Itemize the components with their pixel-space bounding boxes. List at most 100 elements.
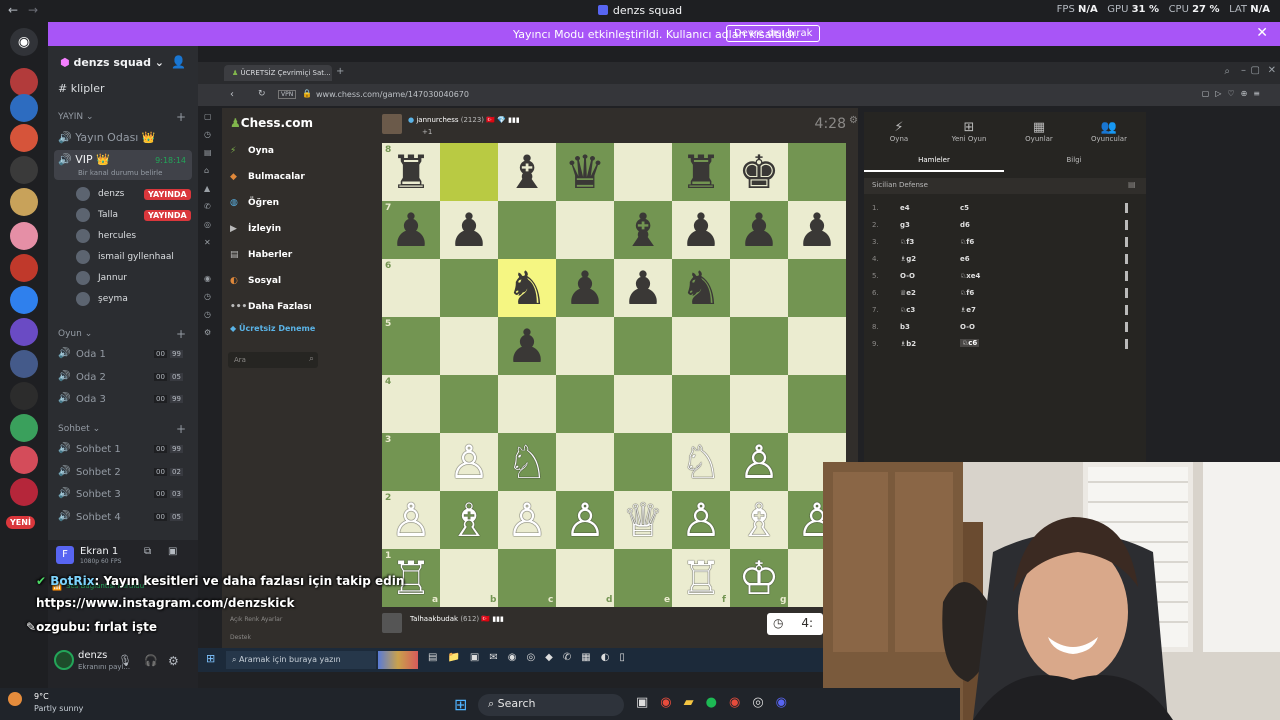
add-channel-icon[interactable]: + <box>176 110 186 124</box>
piece-b3[interactable]: ♙ <box>440 433 498 491</box>
vpn-badge[interactable]: VPN <box>278 90 297 99</box>
piece-c2[interactable]: ♙ <box>498 491 556 549</box>
black-move[interactable]: ♘f6 <box>960 238 974 246</box>
panel-tab-1[interactable]: ⊞ Yeni Oyun <box>934 120 1004 143</box>
white-move[interactable]: b3 <box>900 323 910 331</box>
microphone-icon[interactable]: 🎙 <box>118 654 132 667</box>
piece-f7[interactable]: ♟ <box>672 201 730 259</box>
reload-icon[interactable]: ↻ <box>258 89 266 99</box>
server-icon[interactable] <box>10 414 38 442</box>
add-channel-icon[interactable]: + <box>176 327 186 341</box>
weather-temp[interactable]: 9°C <box>34 692 49 701</box>
black-move[interactable]: ♗e7 <box>960 306 976 314</box>
close-window-icon[interactable]: ✕ <box>1268 65 1276 76</box>
support-link[interactable]: Destek <box>230 634 251 641</box>
nav-item-2[interactable]: ◍ Öğren <box>230 198 279 208</box>
server-icon[interactable] <box>10 124 38 152</box>
channel-klipler[interactable]: # klipler <box>58 82 105 95</box>
piece-c8[interactable]: ♝ <box>498 143 556 201</box>
server-icon[interactable] <box>10 350 38 378</box>
nav-item-0[interactable]: ⚡ Oyna <box>230 146 274 156</box>
gear-icon[interactable]: ⚙ <box>168 654 179 668</box>
square-d5[interactable] <box>556 317 614 375</box>
square-h4[interactable] <box>788 375 846 433</box>
nav-item-1[interactable]: ◆ Bulmacalar <box>230 172 305 182</box>
browser-toolbar-icons[interactable]: ▢▷♡⊕≡ <box>1202 89 1266 98</box>
white-move[interactable]: g3 <box>900 221 910 229</box>
weather-desc[interactable]: Partly sunny <box>34 704 83 713</box>
white-move[interactable]: O-O <box>900 272 915 280</box>
piece-b7[interactable]: ♟ <box>440 201 498 259</box>
bottom-player-avatar[interactable] <box>382 613 402 633</box>
channel-sohbet-1[interactable]: 🔊 Sohbet 1 00 99 <box>58 441 190 459</box>
taskbar-apps[interactable]: ▣◉▰●◉◎◉ <box>636 695 799 710</box>
remote-search-input[interactable]: ⌕ Aramak için buraya yazın <box>226 651 376 669</box>
piece-f1[interactable]: ♖ <box>672 549 730 607</box>
channel-oyun-1[interactable]: 🔊 Oda 1 00 99 <box>58 346 190 364</box>
top-player-name[interactable]: ● jannurchess (2123) 🇹🇷 💎 ▮▮▮ <box>408 116 520 124</box>
server-icon[interactable] <box>10 156 38 184</box>
screen-share-icon[interactable]: ⧉ <box>144 546 151 557</box>
stop-stream-icon[interactable]: ▣ <box>168 546 177 557</box>
piece-g1[interactable]: ♔ <box>730 549 788 607</box>
user-name[interactable]: denzs <box>78 650 107 661</box>
piece-e7[interactable]: ♝ <box>614 201 672 259</box>
square-b5[interactable] <box>440 317 498 375</box>
user-avatar[interactable] <box>54 650 74 670</box>
square-b6[interactable] <box>440 259 498 317</box>
server-icon[interactable] <box>10 478 38 506</box>
black-move[interactable]: ♘c6 <box>960 339 980 347</box>
category-yayin[interactable]: YAYIN ⌄ <box>58 112 94 122</box>
remote-taskbar-apps[interactable]: ▤📁▣✉◉◎◆✆▦◐▯ <box>428 652 635 663</box>
maximize-icon[interactable]: ▢ <box>1251 65 1260 76</box>
square-d3[interactable] <box>556 433 614 491</box>
square-e4[interactable] <box>614 375 672 433</box>
black-move[interactable]: O-O <box>960 323 975 331</box>
square-h5[interactable] <box>788 317 846 375</box>
square-g6[interactable] <box>730 259 788 317</box>
square-g5[interactable] <box>730 317 788 375</box>
headphones-icon[interactable]: 🎧 <box>144 654 158 667</box>
square-f5[interactable] <box>672 317 730 375</box>
piece-d8[interactable]: ♛ <box>556 143 614 201</box>
voice-user[interactable]: Jannur <box>76 270 196 288</box>
white-move[interactable]: ♗b2 <box>900 340 916 348</box>
voice-user[interactable]: ismail gyllenhaal <box>76 249 196 267</box>
chess-board[interactable]: 87654321abcdefgh♜♝♛♜♚♟♟♝♟♟♟♞♟♟♞♟♙♘♘♙♙♗♙♙… <box>382 143 846 607</box>
disable-button[interactable]: Devre dışı bırak <box>726 25 821 42</box>
bottom-player-name[interactable]: Talhaakbudak (612) 🇹🇷 ▮▮▮ <box>410 615 504 623</box>
black-move[interactable]: ♘xe4 <box>960 272 980 280</box>
piece-f3[interactable]: ♘ <box>672 433 730 491</box>
search-tabs-icon[interactable]: ⌕ <box>1224 66 1230 77</box>
server-icon[interactable] <box>10 68 38 96</box>
square-b4[interactable] <box>440 375 498 433</box>
piece-a2[interactable]: ♙ <box>382 491 440 549</box>
piece-a8[interactable]: ♜ <box>382 143 440 201</box>
square-f4[interactable] <box>672 375 730 433</box>
channel-vip[interactable]: 🔊 VIP 👑 <box>58 153 110 166</box>
server-name[interactable]: ⬢ denzs squad ⌄ <box>60 56 164 69</box>
channel-sohbet-4[interactable]: 🔊 Sohbet 4 00 05 <box>58 509 190 527</box>
channel-oyun-3[interactable]: 🔊 Oda 3 00 99 <box>58 391 190 409</box>
discord-home-icon[interactable]: ◉ <box>10 28 38 56</box>
panel-tab-2[interactable]: ▦ Oyunlar <box>1004 120 1074 143</box>
nav-item-3[interactable]: ▶ İzleyin <box>230 224 281 234</box>
piece-c6[interactable]: ♞ <box>498 259 556 317</box>
top-player-avatar[interactable] <box>382 114 402 134</box>
piece-f6[interactable]: ♞ <box>672 259 730 317</box>
square-h6[interactable] <box>788 259 846 317</box>
gear-icon[interactable]: ⚙ <box>849 115 858 126</box>
voice-user[interactable]: hercules <box>76 228 196 246</box>
piece-b2[interactable]: ♗ <box>440 491 498 549</box>
server-icon[interactable] <box>10 188 38 216</box>
channel-sohbet-2[interactable]: 🔊 Sohbet 2 00 02 <box>58 464 190 482</box>
nav-item-6[interactable]: •••Daha Fazlası <box>230 302 312 312</box>
chess-logo[interactable]: ♟Chess.com <box>230 116 313 130</box>
subtab-info[interactable]: Bilgi <box>1004 156 1144 164</box>
server-icon[interactable] <box>10 222 38 250</box>
square-d4[interactable] <box>556 375 614 433</box>
taskbar-search[interactable]: ⌕ Search <box>478 694 624 716</box>
nav-item-4[interactable]: ▤ Haberler <box>230 250 292 260</box>
square-e8[interactable] <box>614 143 672 201</box>
black-move[interactable]: c5 <box>960 204 969 212</box>
